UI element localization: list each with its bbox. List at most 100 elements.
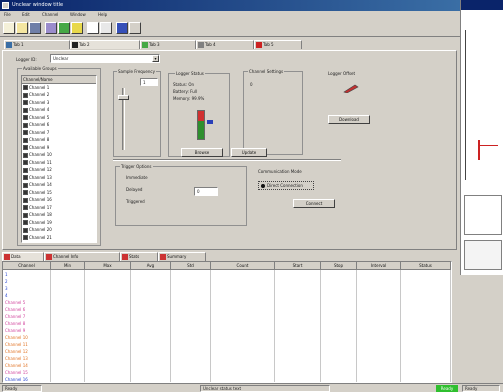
table-column-header[interactable]: Interval <box>357 262 401 270</box>
table-row[interactable]: 4 <box>3 292 451 299</box>
bottom-tab-summary[interactable]: Summary <box>158 252 206 261</box>
checkbox[interactable] <box>23 85 28 90</box>
table-row[interactable]: Channel 12 <box>3 348 451 355</box>
table-row[interactable]: 2 <box>3 278 451 285</box>
table-row[interactable]: Channel 13 <box>3 355 451 362</box>
channel-list-item[interactable]: Channel 14 <box>22 181 96 189</box>
graph-button[interactable] <box>87 22 99 34</box>
trigger-option-2[interactable]: Delayed <box>126 187 142 192</box>
bottom-tab-stats[interactable]: Stats <box>120 252 158 261</box>
channel-list-item[interactable]: Channel 20 <box>22 226 96 234</box>
checkbox[interactable] <box>23 212 28 218</box>
menu-channel[interactable]: Channel <box>42 12 58 17</box>
channel-list-item[interactable]: Channel 8 <box>22 136 96 144</box>
print-button[interactable] <box>129 22 141 34</box>
browse-button[interactable]: Browse <box>181 148 223 157</box>
secondary-title-bar[interactable] <box>461 0 503 10</box>
slider-thumb[interactable] <box>118 95 129 100</box>
sample-frequency-field[interactable]: 1 <box>140 78 158 86</box>
menu-window[interactable]: Window <box>70 12 86 17</box>
checkbox[interactable] <box>23 235 28 240</box>
channel-list-item[interactable]: Channel 4 <box>22 106 96 114</box>
channel-list-item[interactable]: Channel 18 <box>22 211 96 219</box>
checkbox[interactable] <box>23 100 28 105</box>
trigger-spinner[interactable]: 0 <box>194 187 218 196</box>
tab-3[interactable]: Tab 3 <box>140 40 196 49</box>
channel-list-item[interactable]: Channel 3 <box>22 99 96 107</box>
table-row[interactable]: Channel 8 <box>3 320 451 327</box>
open-file-button[interactable] <box>16 22 28 34</box>
channel-list-item[interactable]: Channel 1 <box>22 84 96 92</box>
checkbox[interactable] <box>23 167 28 173</box>
checkbox[interactable] <box>23 227 28 233</box>
table-column-header[interactable]: Status <box>401 262 451 270</box>
checkbox[interactable] <box>23 152 28 158</box>
channel-list-item[interactable]: Channel 9 <box>22 144 96 152</box>
table-row[interactable]: Channel 10 <box>3 334 451 341</box>
channel-list-item[interactable]: Channel 21 <box>22 234 96 242</box>
update-button[interactable]: Update <box>231 148 267 157</box>
channel-list-item[interactable]: Channel 16 <box>22 196 96 204</box>
table-row[interactable]: 3 <box>3 285 451 292</box>
table-column-header[interactable]: Avg <box>131 262 171 270</box>
channel-list-item[interactable]: Channel 12 <box>22 166 96 174</box>
channel-list-item[interactable]: Channel 22 <box>22 241 96 244</box>
table-row[interactable]: Channel 14 <box>3 362 451 369</box>
connect-dialog-button[interactable]: Connect <box>293 199 335 208</box>
download-button[interactable]: Download <box>328 115 370 124</box>
communication-radio[interactable]: Direct Connection <box>258 181 314 190</box>
stop-button[interactable] <box>71 22 83 34</box>
menu-edit[interactable]: Edit <box>22 12 30 17</box>
logger-id-select[interactable]: Unclear ▾ <box>50 54 160 63</box>
table-column-header[interactable]: Count <box>211 262 275 270</box>
channel-list-item[interactable]: Channel 10 <box>22 151 96 159</box>
bottom-tab-data[interactable]: Data <box>2 252 44 261</box>
checkbox[interactable] <box>23 92 28 98</box>
checkbox[interactable] <box>23 107 28 113</box>
checkbox[interactable] <box>23 243 28 244</box>
channel-list-item[interactable]: Channel 15 <box>22 189 96 197</box>
new-file-button[interactable] <box>3 22 15 34</box>
tab-5[interactable]: Tab 5 <box>254 40 302 49</box>
table-row[interactable]: 1 <box>3 271 451 278</box>
channel-list-item[interactable]: Channel 6 <box>22 121 96 129</box>
table-row[interactable]: Channel 15 <box>3 369 451 376</box>
channel-list-item[interactable]: Channel 13 <box>22 174 96 182</box>
table-row[interactable]: Channel 11 <box>3 341 451 348</box>
table-row[interactable]: Channel 6 <box>3 306 451 313</box>
checkbox[interactable] <box>23 115 28 120</box>
checkbox[interactable] <box>23 220 28 225</box>
table-column-header[interactable]: Min <box>51 262 85 270</box>
table-row[interactable]: Channel 16 <box>3 376 451 382</box>
channel-list-item[interactable]: Channel 5 <box>22 114 96 122</box>
table-column-header[interactable]: Std <box>171 262 211 270</box>
checkbox[interactable] <box>23 145 28 150</box>
table-row[interactable]: Channel 9 <box>3 327 451 334</box>
checkbox[interactable] <box>23 175 28 180</box>
table-column-header[interactable]: Max <box>85 262 131 270</box>
checkbox[interactable] <box>23 190 28 195</box>
bottom-tab-channel-info[interactable]: Channel Info <box>44 252 120 261</box>
start-button[interactable] <box>58 22 70 34</box>
channel-list-item[interactable]: Channel 17 <box>22 204 96 212</box>
table-column-header[interactable]: Start <box>275 262 321 270</box>
tab-4[interactable]: Tab 4 <box>196 40 254 49</box>
checkbox[interactable] <box>23 137 28 143</box>
checkbox[interactable] <box>23 205 28 210</box>
table-row[interactable]: Channel 5 <box>3 299 451 306</box>
checkbox[interactable] <box>23 122 28 128</box>
chevron-down-icon[interactable]: ▾ <box>152 55 159 62</box>
checkbox[interactable] <box>23 182 28 188</box>
channel-list-item[interactable]: Channel 7 <box>22 129 96 137</box>
channel-list[interactable]: Channel/Name Channel 1 Channel 2 Channel 3… <box>21 75 97 243</box>
trigger-option-1[interactable]: Immediate <box>126 175 148 180</box>
save-button[interactable] <box>29 22 41 34</box>
checkbox[interactable] <box>23 130 28 135</box>
channel-list-item[interactable]: Channel 19 <box>22 219 96 227</box>
connect-button[interactable] <box>45 22 57 34</box>
checkbox[interactable] <box>23 197 28 203</box>
table-column-header[interactable]: Channel <box>3 262 51 270</box>
channel-list-item[interactable]: Channel 11 <box>22 159 96 167</box>
tab-1[interactable]: Tab 1 <box>4 40 70 49</box>
data-table[interactable]: Channel Min Max Avg Std Count Start Stop Interva… <box>2 261 452 383</box>
